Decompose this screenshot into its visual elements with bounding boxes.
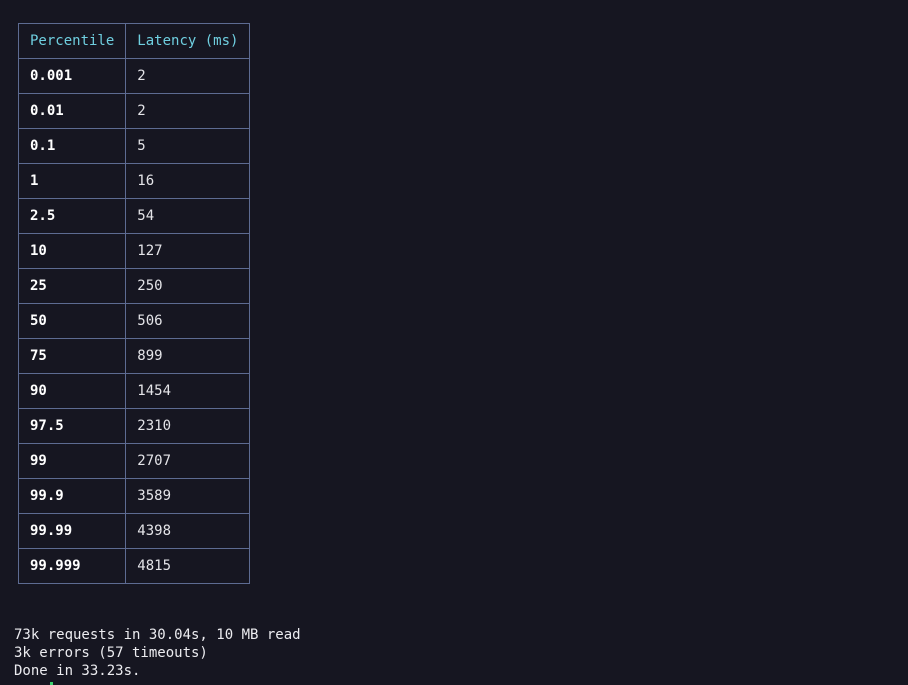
percentile-cell: 90 [17, 373, 127, 409]
percentile-cell: 99.99 [17, 513, 127, 549]
errors-summary-line: 3k errors (57 timeouts) [14, 645, 208, 661]
table-row: 99.99 4398 [17, 513, 251, 549]
table-row: 50 506 [17, 303, 251, 339]
percentile-cell: 10 [17, 233, 127, 269]
table-row: 75 899 [17, 338, 251, 374]
latency-cell: 5 [125, 128, 251, 164]
table-row: 0.001 2 [17, 58, 251, 94]
percentile-cell: 99.999 [17, 548, 127, 584]
percentile-cell: 50 [17, 303, 127, 339]
table-row: 99.999 4815 [17, 548, 251, 584]
latency-cell: 899 [125, 338, 251, 374]
terminal-summary: 73k requests in 30.04s, 10 MB read 3k err… [14, 626, 301, 680]
percentile-cell: 0.1 [17, 128, 127, 164]
percentile-cell: 25 [17, 268, 127, 304]
table-row: 1 16 [17, 163, 251, 199]
table-row: 99.9 3589 [17, 478, 251, 514]
table-row: 0.1 5 [17, 128, 251, 164]
percentile-cell: 2.5 [17, 198, 127, 234]
table-header-row: Percentile Latency (ms) [17, 23, 251, 59]
latency-cell: 2707 [125, 443, 251, 479]
latency-cell: 1454 [125, 373, 251, 409]
latency-cell: 250 [125, 268, 251, 304]
latency-cell: 2310 [125, 408, 251, 444]
table-row: 90 1454 [17, 373, 251, 409]
percentile-cell: 1 [17, 163, 127, 199]
latency-cell: 506 [125, 303, 251, 339]
done-summary-line: Done in 33.23s. [14, 663, 141, 679]
latency-column-header: Latency (ms) [125, 23, 251, 59]
latency-cell: 4398 [125, 513, 251, 549]
table-row: 2.5 54 [17, 198, 251, 234]
percentile-cell: 75 [17, 338, 127, 374]
percentile-cell: 97.5 [17, 408, 127, 444]
latency-cell: 54 [125, 198, 251, 234]
percentile-cell: 0.01 [17, 93, 127, 129]
percentile-cell: 99 [17, 443, 127, 479]
latency-cell: 2 [125, 93, 251, 129]
latency-cell: 4815 [125, 548, 251, 584]
requests-summary-line: 73k requests in 30.04s, 10 MB read [14, 627, 301, 643]
percentile-cell: 0.001 [17, 58, 127, 94]
table-row: 25 250 [17, 268, 251, 304]
table-row: 99 2707 [17, 443, 251, 479]
latency-cell: 3589 [125, 478, 251, 514]
latency-cell: 16 [125, 163, 251, 199]
table-row: 10 127 [17, 233, 251, 269]
table-row: 0.01 2 [17, 93, 251, 129]
table-body: 0.001 2 0.01 2 0.1 5 1 16 2.5 54 10 127 25 250 50 506 75… [17, 58, 251, 584]
table-row: 97.5 2310 [17, 408, 251, 444]
latency-cell: 2 [125, 58, 251, 94]
latency-cell: 127 [125, 233, 251, 269]
percentile-cell: 99.9 [17, 478, 127, 514]
percentile-column-header: Percentile [17, 23, 127, 59]
latency-percentile-table: Percentile Latency (ms) 0.001 2 0.01 2 0.1 5 1… [17, 23, 251, 584]
